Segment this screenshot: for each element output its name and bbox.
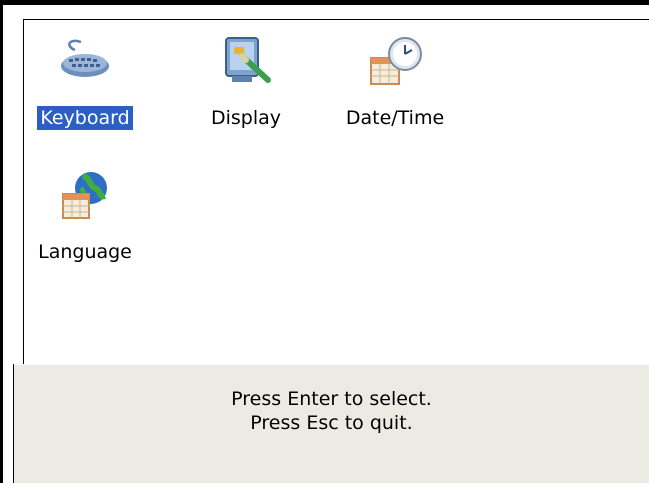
display-item[interactable]: Display bbox=[186, 22, 306, 132]
settings-window: Keyboard Display Date/Time Language Pres… bbox=[0, 0, 649, 483]
date-time-label: Date/Time bbox=[345, 107, 445, 129]
panel-border-left bbox=[23, 19, 24, 364]
window-border-top bbox=[0, 0, 649, 5]
display-icon bbox=[216, 32, 276, 92]
keyboard-item[interactable]: Keyboard bbox=[25, 22, 145, 132]
window-border-left bbox=[0, 0, 3, 483]
clock-icon bbox=[365, 32, 425, 92]
keyboard-icon bbox=[55, 32, 115, 92]
date-time-item[interactable]: Date/Time bbox=[335, 22, 455, 132]
keyboard-label: Keyboard bbox=[37, 106, 133, 130]
language-item[interactable]: Language bbox=[25, 156, 145, 266]
globe-icon bbox=[55, 166, 115, 226]
status-hint-quit: Press Esc to quit. bbox=[250, 412, 413, 434]
display-label: Display bbox=[210, 107, 282, 129]
language-label: Language bbox=[38, 241, 132, 263]
status-panel: Press Enter to select. Press Esc to quit… bbox=[14, 365, 649, 483]
status-hint-select: Press Enter to select. bbox=[231, 388, 432, 410]
icon-view: Keyboard Display Date/Time Language bbox=[24, 20, 649, 365]
